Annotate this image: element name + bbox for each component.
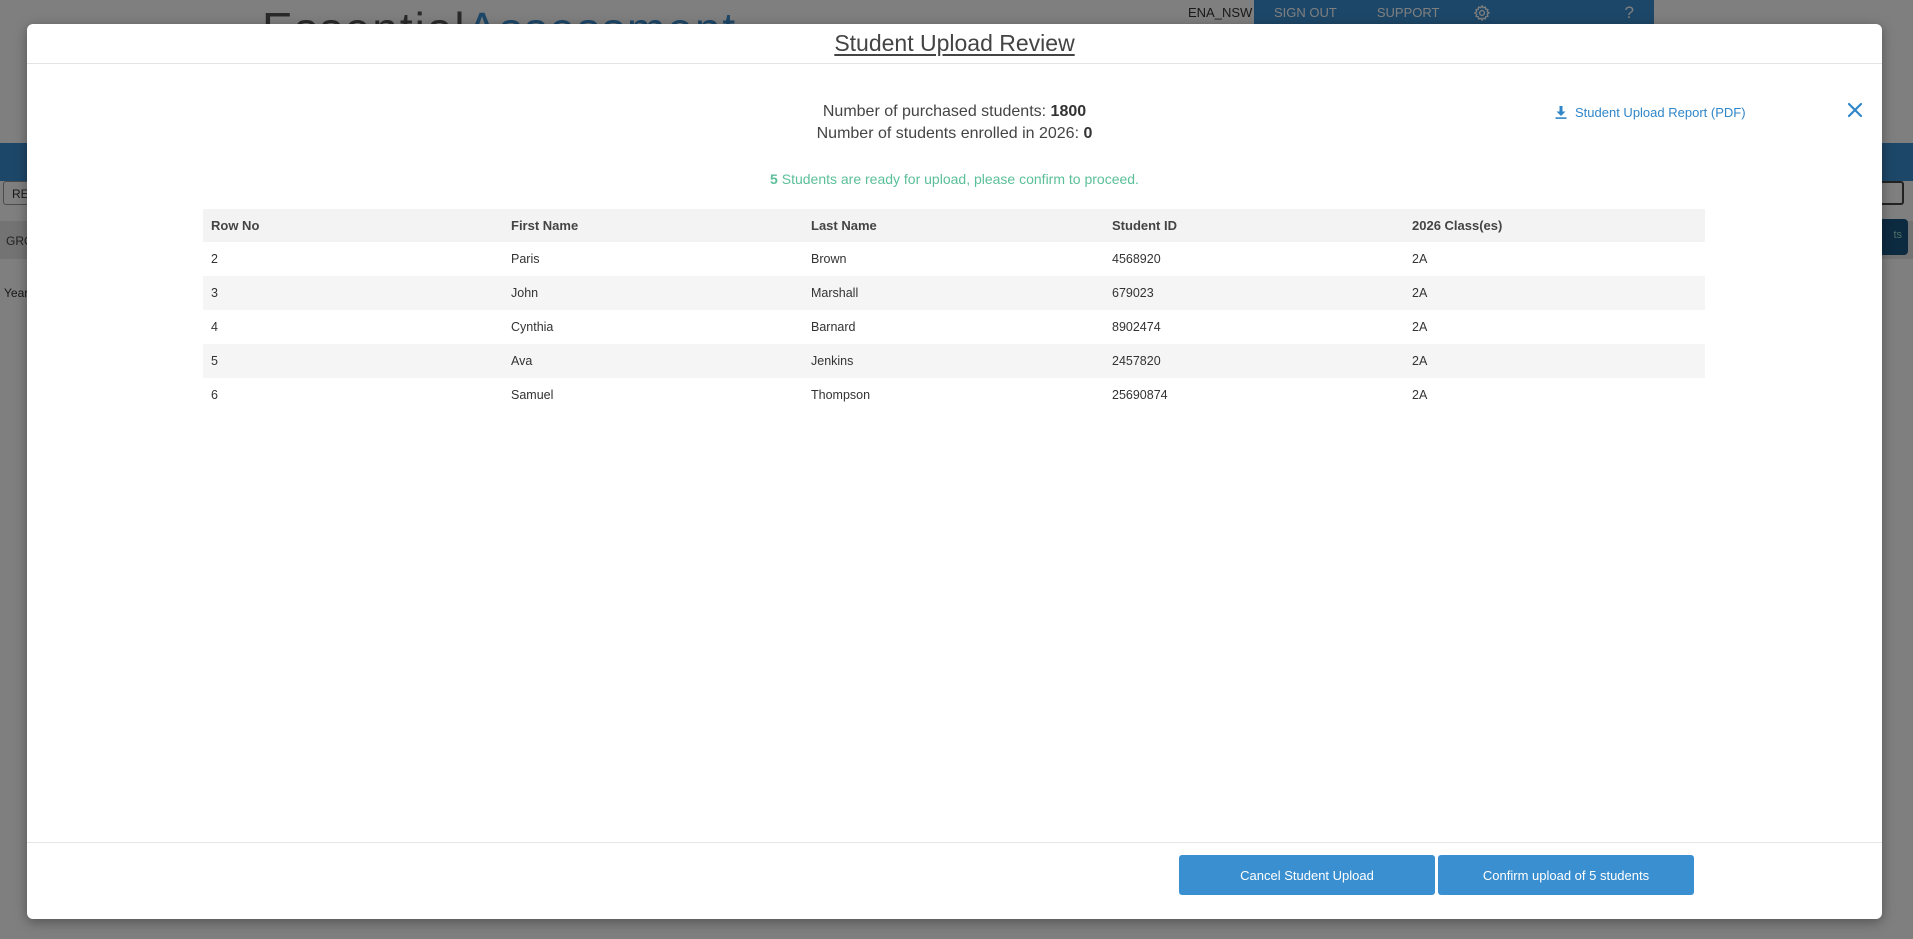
modal-header: Student Upload Review bbox=[27, 24, 1882, 64]
cell-last-name: Thompson bbox=[811, 388, 871, 402]
table-header-row: Row No First Name Last Name Student ID 2… bbox=[203, 209, 1705, 242]
cell-row-no: 6 bbox=[211, 388, 218, 402]
ready-message: 5 Students are ready for upload, please … bbox=[770, 171, 1139, 187]
cell-row-no: 2 bbox=[211, 252, 218, 266]
cell-student-id: 25690874 bbox=[1112, 388, 1168, 402]
cell-first-name: Samuel bbox=[511, 388, 554, 402]
cell-classes: 2A bbox=[1412, 354, 1428, 368]
table-row: 3 John Marshall 679023 2A bbox=[203, 276, 1705, 310]
table-row: 2 Paris Brown 4568920 2A bbox=[203, 242, 1705, 276]
cell-classes: 2A bbox=[1412, 388, 1428, 402]
column-header-row-no: Row No bbox=[211, 218, 260, 233]
modal-footer-divider bbox=[27, 842, 1882, 843]
cell-last-name: Barnard bbox=[811, 320, 856, 334]
cell-student-id: 8902474 bbox=[1112, 320, 1161, 334]
enrolled-count: 0 bbox=[1083, 125, 1093, 142]
column-header-first-name: First Name bbox=[511, 218, 579, 233]
cell-student-id: 4568920 bbox=[1112, 252, 1161, 266]
cell-last-name: Jenkins bbox=[811, 354, 854, 368]
cell-classes: 2A bbox=[1412, 252, 1428, 266]
cell-first-name: Paris bbox=[511, 252, 540, 266]
cell-last-name: Marshall bbox=[811, 286, 859, 300]
student-upload-report-link[interactable]: Student Upload Report (PDF) bbox=[1555, 105, 1746, 120]
cell-classes: 2A bbox=[1412, 286, 1428, 300]
cell-row-no: 3 bbox=[211, 286, 218, 300]
cell-first-name: Ava bbox=[511, 354, 533, 368]
table-row: 5 Ava Jenkins 2457820 2A bbox=[203, 344, 1705, 378]
column-header-classes: 2026 Class(es) bbox=[1412, 218, 1503, 233]
ready-count: 5 bbox=[770, 171, 778, 187]
confirm-upload-button[interactable]: Confirm upload of 5 students bbox=[1438, 855, 1694, 895]
enrolled-students-line: Number of students enrolled in 2026: 0 bbox=[816, 125, 1093, 142]
table-row: 6 Samuel Thompson 25690874 2A bbox=[203, 378, 1705, 412]
download-icon bbox=[1555, 106, 1567, 119]
cell-student-id: 2457820 bbox=[1112, 354, 1161, 368]
column-header-student-id: Student ID bbox=[1112, 218, 1177, 233]
cell-first-name: Cynthia bbox=[511, 320, 554, 334]
cell-student-id: 679023 bbox=[1112, 286, 1154, 300]
cell-row-no: 4 bbox=[211, 320, 218, 334]
cell-last-name: Brown bbox=[811, 252, 847, 266]
cell-classes: 2A bbox=[1412, 320, 1428, 334]
student-upload-review-modal: Student Upload Review Number of purchase… bbox=[27, 24, 1882, 919]
cancel-upload-button[interactable]: Cancel Student Upload bbox=[1179, 855, 1435, 895]
column-header-last-name: Last Name bbox=[811, 218, 877, 233]
purchased-count: 1800 bbox=[1050, 103, 1087, 120]
cell-row-no: 5 bbox=[211, 354, 218, 368]
modal-title: Student Upload Review bbox=[834, 30, 1075, 56]
cell-first-name: John bbox=[511, 286, 539, 300]
students-table: Row No First Name Last Name Student ID 2… bbox=[203, 209, 1705, 412]
table-row: 4 Cynthia Barnard 8902474 2A bbox=[203, 310, 1705, 344]
